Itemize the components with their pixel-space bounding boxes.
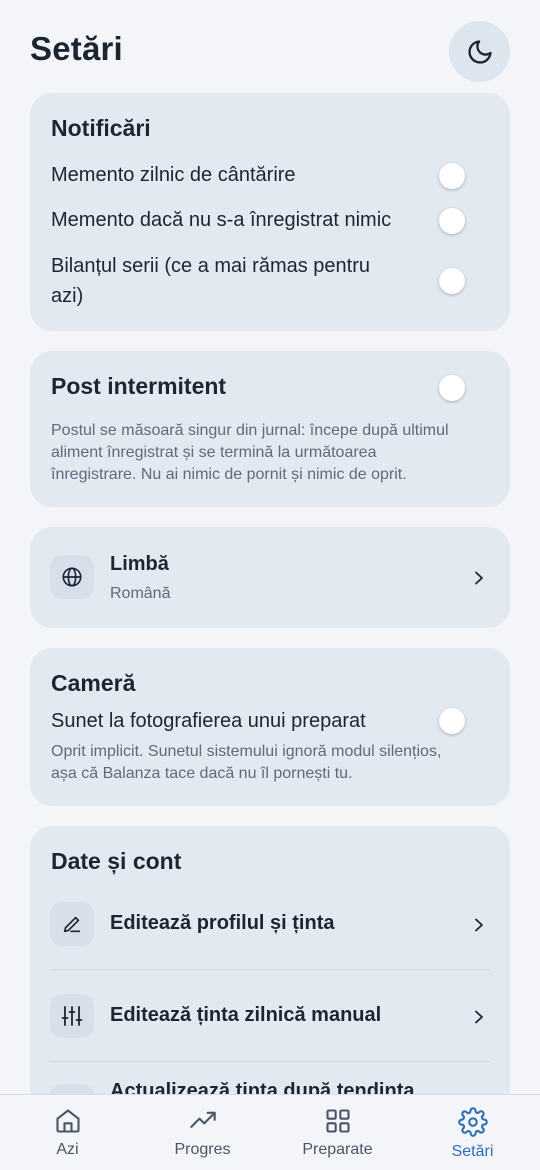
nav-label-progress: Progres bbox=[174, 1141, 231, 1158]
nav-tab-recipes[interactable]: Preparate bbox=[270, 1095, 405, 1170]
page-title: Setări bbox=[30, 30, 123, 67]
camera-description-1: Oprit implicit. Sunetul sistemului ignor… bbox=[51, 743, 442, 760]
divider bbox=[50, 969, 490, 970]
nav-label-today: Azi bbox=[56, 1141, 79, 1158]
nav-label-settings: Setări bbox=[451, 1143, 494, 1160]
account-card: Date și cont Editează profilul și ținta … bbox=[30, 826, 510, 1128]
fasting-description-3: înregistrare. Nu ai nimic de pornit și n… bbox=[51, 466, 407, 483]
language-row[interactable]: Limbă Română bbox=[30, 527, 510, 628]
divider bbox=[50, 1061, 490, 1062]
weigh-reminder-label: Memento zilnic de cântărire bbox=[51, 164, 296, 186]
nav-tab-today[interactable]: Azi bbox=[0, 1095, 135, 1170]
nav-tab-settings[interactable]: Setări bbox=[405, 1095, 540, 1170]
bottom-nav: Azi Progres Preparate Setări bbox=[0, 1094, 540, 1170]
globe-icon bbox=[62, 567, 82, 587]
moon-icon bbox=[467, 39, 492, 64]
grid-icon bbox=[325, 1109, 350, 1133]
pencil-icon bbox=[63, 916, 81, 933]
nav-tab-progress[interactable]: Progres bbox=[135, 1095, 270, 1170]
camera-description-2: așa că Balanza tace dacă nu îl pornești … bbox=[51, 765, 353, 782]
theme-toggle-button[interactable] bbox=[449, 21, 510, 82]
edit-daily-target-row[interactable]: Editează ținta zilnică manual bbox=[30, 984, 510, 1060]
nothing-logged-reminder-toggle[interactable] bbox=[439, 208, 465, 234]
shutter-sound-toggle[interactable] bbox=[439, 708, 465, 734]
chevron-right-icon bbox=[475, 571, 483, 585]
trending-up-icon bbox=[189, 1111, 216, 1128]
nav-label-recipes: Preparate bbox=[302, 1141, 373, 1158]
notifications-card: Notificări Memento zilnic de cântărire M… bbox=[30, 93, 510, 331]
gear-icon bbox=[457, 1107, 488, 1137]
nothing-logged-reminder-label: Memento dacă nu s-a înregistrat nimic bbox=[51, 209, 392, 231]
shutter-sound-label: Sunet la fotografierea unui preparat bbox=[51, 710, 366, 732]
home-icon bbox=[55, 1109, 80, 1133]
notifications-title: Notificări bbox=[51, 115, 151, 141]
edit-profile-row[interactable]: Editează profilul și ținta bbox=[30, 892, 510, 968]
chevron-right-icon bbox=[475, 918, 483, 932]
edit-profile-label: Editează profilul și ținta bbox=[110, 912, 335, 934]
fasting-description-1: Postul se măsoară singur din jurnal: înc… bbox=[51, 422, 449, 439]
evening-summary-label: Bilanțul serii (ce a mai rămas pentru bbox=[51, 255, 371, 277]
account-title: Date și cont bbox=[51, 848, 182, 874]
fasting-title: Post intermitent bbox=[51, 373, 227, 399]
edit-daily-target-label: Editează ținta zilnică manual bbox=[110, 1004, 382, 1026]
evening-summary-label-cont: azi) bbox=[51, 285, 84, 307]
language-value: Română bbox=[110, 585, 171, 602]
fasting-card: Post intermitent Postul se măsoară singu… bbox=[30, 351, 510, 507]
fasting-description-2: aliment înregistrat și se termină la urm… bbox=[51, 444, 377, 461]
fasting-toggle[interactable] bbox=[439, 375, 465, 401]
chevron-right-icon bbox=[475, 1010, 483, 1024]
sliders-icon bbox=[61, 1006, 83, 1026]
camera-title: Cameră bbox=[51, 670, 136, 696]
edit-daily-target-icon-box bbox=[50, 994, 94, 1038]
evening-summary-toggle[interactable] bbox=[439, 268, 465, 294]
language-title: Limbă bbox=[110, 553, 169, 575]
language-icon-box bbox=[50, 555, 94, 599]
edit-profile-icon-box bbox=[50, 902, 94, 946]
camera-card: Cameră Sunet la fotografierea unui prepa… bbox=[30, 648, 510, 806]
weigh-reminder-toggle[interactable] bbox=[439, 163, 465, 189]
